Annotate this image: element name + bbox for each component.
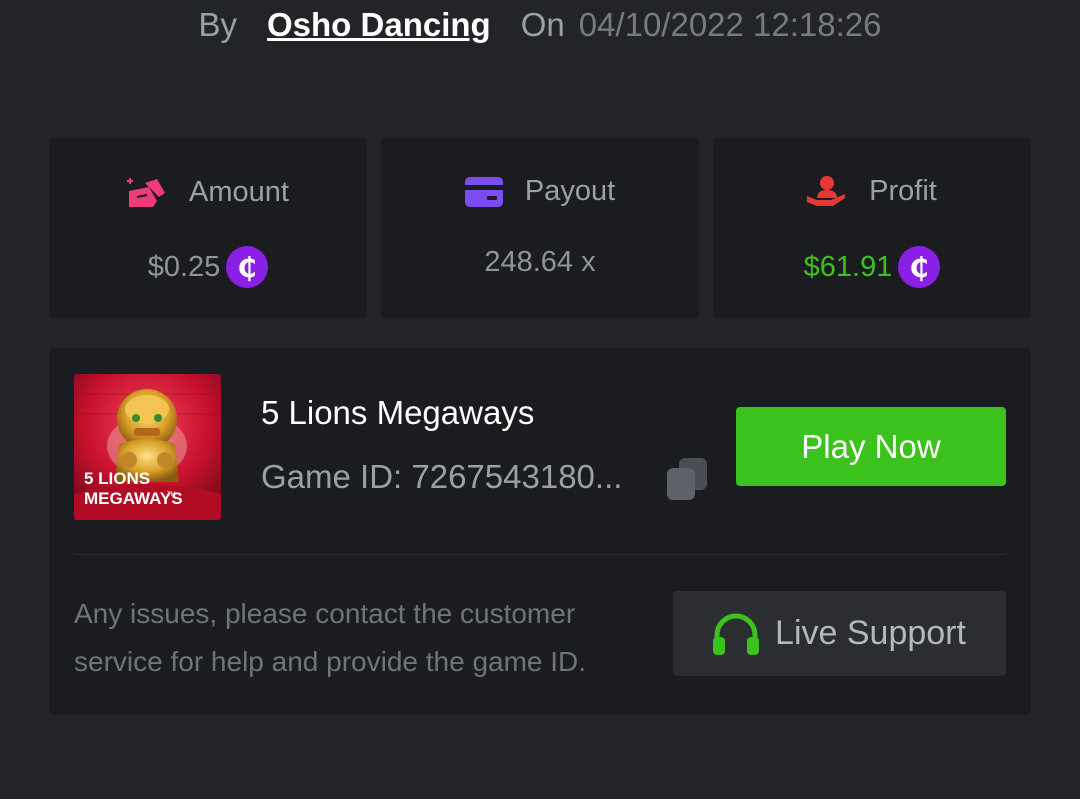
payout-card: Payout 248.64 x bbox=[381, 137, 699, 319]
divider bbox=[74, 554, 1006, 555]
game-name: 5 Lions Megaways bbox=[261, 394, 535, 431]
game-card: 5 LIONS MEGAWAYS TM 5 Lions Megaways Gam… bbox=[49, 348, 1031, 715]
headset-icon bbox=[713, 613, 760, 655]
bet-datetime: 04/10/2022 12:18:26 bbox=[578, 6, 882, 43]
profit-value-row: $61.91 ₵ bbox=[713, 246, 1031, 288]
by-label: By bbox=[198, 6, 237, 43]
profit-value: $61.91 bbox=[803, 250, 893, 283]
coin-glyph: ₵ bbox=[910, 251, 929, 284]
amount-card: Amount $0.25 ₵ bbox=[49, 137, 367, 319]
payout-label: Payout bbox=[524, 175, 616, 207]
amount-label: Amount bbox=[189, 175, 289, 208]
bet-chips-icon bbox=[127, 178, 166, 207]
live-support-button[interactable]: Live Support bbox=[673, 591, 1006, 676]
profit-title: Profit bbox=[713, 175, 1031, 208]
coin-icon: ₵ bbox=[898, 246, 941, 288]
amount-value: $0.25 bbox=[147, 250, 221, 283]
bet-header: By Osho Dancing On 04/10/2022 12:18:26 bbox=[0, 0, 1080, 50]
amount-title: Amount bbox=[49, 175, 367, 209]
coin-glyph: ₵ bbox=[238, 251, 257, 284]
thumb-trademark: TM bbox=[167, 492, 176, 498]
username-link[interactable]: Osho Dancing bbox=[267, 6, 491, 44]
live-support-label: Live Support bbox=[775, 614, 966, 652]
game-thumbnail[interactable]: 5 LIONS MEGAWAYS TM bbox=[74, 374, 221, 520]
game-id: Game ID: 7267543180... bbox=[261, 458, 623, 495]
help-text: Any issues, please contact the customer … bbox=[74, 598, 587, 677]
play-now-button[interactable]: Play Now bbox=[736, 407, 1006, 486]
copy-icon[interactable] bbox=[667, 458, 707, 500]
thumb-title-line1: 5 LIONS bbox=[84, 469, 150, 488]
profit-label: Profit bbox=[869, 175, 937, 207]
hand-person-icon bbox=[807, 175, 846, 206]
game-art: 5 LIONS MEGAWAYS TM bbox=[74, 374, 221, 520]
profit-card: Profit $61.91 ₵ bbox=[713, 137, 1031, 319]
bet-stats: Amount $0.25 ₵ Payout 248.64 x Profit $6… bbox=[49, 137, 1031, 319]
payout-title: Payout bbox=[381, 175, 699, 208]
on-label: On bbox=[520, 6, 565, 43]
credit-card-icon bbox=[464, 176, 503, 207]
amount-value-row: $0.25 ₵ bbox=[49, 246, 367, 288]
payout-value: 248.64 x bbox=[484, 246, 596, 278]
payout-value-row: 248.64 x bbox=[381, 246, 699, 279]
coin-icon: ₵ bbox=[226, 246, 269, 288]
